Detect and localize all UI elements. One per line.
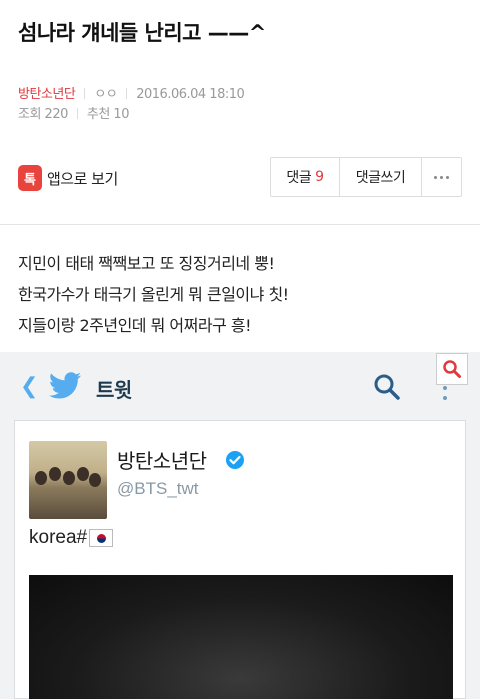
more-dots-icon [434,175,449,179]
tweet-text: korea# [29,527,114,549]
twitter-nav-bar: ❮ 트윗 [0,352,480,422]
write-comment-button[interactable]: 댓글쓰기 [339,158,421,196]
body-line: 한국가수가 태극기 올린게 뭐 큰일이냐 칫! [18,285,289,304]
body-line: 지민이 태태 짹짹보고 또 징징거리네 뿡! [18,254,275,273]
comment-button-group: 댓글 9 댓글쓰기 [270,157,462,197]
post-title: 섬나라 걔네들 난리고 ——^ [18,21,266,45]
app-logo-icon: 톡 [18,165,42,191]
back-chevron-icon: ❮ [20,374,39,399]
content-divider [0,224,480,225]
body-line: 지들이랑 2주년인데 뭐 어쩌라구 흥! [18,316,252,335]
verified-badge-icon [226,451,244,469]
post-stats: 조회 220 추천 10 [18,106,129,124]
comments-label: 댓글 [286,170,312,186]
post-body: 지민이 태태 짹짹보고 또 징징거리네 뿡! 한국가수가 태극기 올린게 뭐 큰… [18,248,468,341]
author-name: ㅇㅇ [94,87,118,102]
korean-flag-icon [89,529,114,547]
post-meta: 방탄소년단 ㅇㅇ 2016.06.04 18:10 [18,86,245,104]
meta-divider [84,88,86,99]
app-view-label: 앱으로 보기 [47,169,118,188]
tweet-text-content: korea# [29,527,88,548]
comments-count: 9 [315,169,324,185]
view-count: 조회 220 [18,107,68,122]
recommend-count: 추천 10 [86,107,130,122]
board-name[interactable]: 방탄소년단 [18,87,76,102]
tweet-photo [29,575,453,699]
post-date: 2016.06.04 18:10 [136,87,245,102]
image-zoom-button[interactable] [436,353,468,385]
tweet-author-name: 방탄소년단 [117,449,207,473]
search-icon [374,374,400,400]
meta-divider [126,88,128,99]
tweet-card: 방탄소년단 @BTS_twt korea# [14,420,466,699]
twitter-nav-title: 트윗 [96,378,132,402]
app-view-link[interactable]: 톡 앱으로 보기 [18,164,118,192]
zoom-search-icon [443,360,461,378]
tweet-handle: @BTS_twt [117,479,199,498]
more-button[interactable] [421,158,461,196]
meta-divider [76,108,78,119]
twitter-bird-icon [49,372,81,399]
comments-button[interactable]: 댓글 9 [271,158,339,196]
profile-avatar [29,441,107,519]
